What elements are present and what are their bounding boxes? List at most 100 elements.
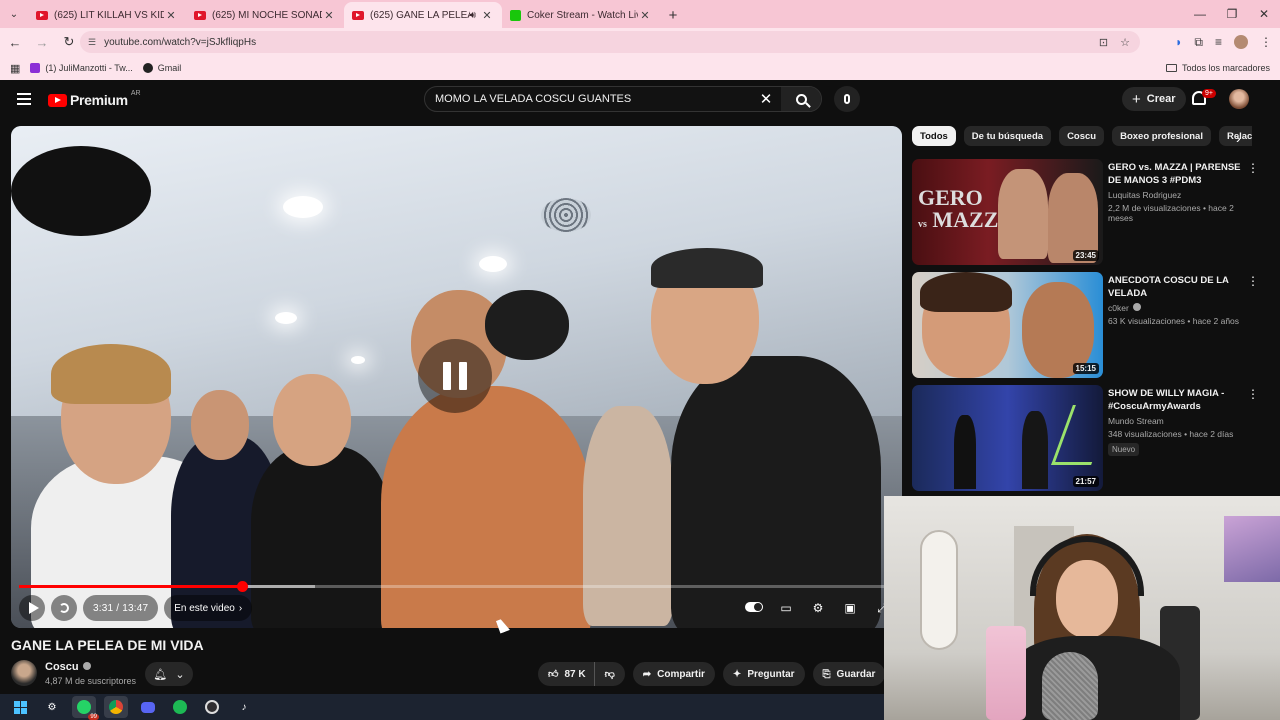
play-icon	[28, 602, 39, 614]
reload-icon[interactable]: ↻	[57, 30, 81, 54]
menu-icon[interactable]	[17, 93, 31, 108]
clear-search-icon[interactable]: ✕	[751, 90, 781, 108]
bookmark-star-icon[interactable]: ☆	[1120, 36, 1130, 49]
youtube-premium-logo[interactable]: Premium AR	[48, 90, 141, 108]
bookmark-gmail[interactable]: Gmail	[142, 63, 182, 73]
restore-icon[interactable]: ❐	[1216, 0, 1248, 28]
bookmark-label: Gmail	[157, 63, 182, 73]
video-thumbnail[interactable]: GERO vs MAZZA 23:45	[912, 159, 1103, 265]
chapter-label: En este video	[174, 602, 235, 614]
ask-label: Preguntar	[747, 668, 795, 680]
subscription-bell-button[interactable]: 🔔︎ ⌄	[145, 662, 193, 686]
browser-tab-1[interactable]: (625) LIT KILLAH VS KIDD KEO | ✕	[28, 2, 186, 28]
chip-boxeo-profesional[interactable]: Boxeo profesional	[1112, 126, 1211, 146]
chevron-right-icon[interactable]: ›	[1236, 130, 1241, 146]
window-controls: — ❐ ✕	[1184, 0, 1280, 28]
audio-playing-icon[interactable]: 🔊︎	[470, 10, 476, 21]
close-window-icon[interactable]: ✕	[1248, 0, 1280, 28]
search-button[interactable]	[781, 87, 821, 111]
tiktok-icon[interactable]: ♪	[232, 696, 256, 718]
autoplay-toggle[interactable]	[745, 601, 763, 615]
create-label: Crear	[1146, 93, 1176, 105]
pause-overlay-icon[interactable]	[418, 339, 492, 413]
browser-tab-2[interactable]: (625) MI NOCHE SOÑADA - Yo ✕	[186, 2, 344, 28]
chip-de-tu-busqueda[interactable]: De tu búsqueda	[963, 126, 1052, 146]
recommendation-title[interactable]: SHOW DE WILLY MAGIA - #CoscuArmyAwards	[1108, 387, 1256, 413]
address-bar[interactable]: ☰ youtube.com/watch?v=jSJkfliqpHs ⊡ ☆	[80, 31, 1140, 53]
forward-icon[interactable]: →	[30, 30, 54, 54]
close-tab-icon[interactable]: ✕	[164, 9, 178, 22]
discord-icon[interactable]	[136, 696, 160, 718]
browser-tab-4[interactable]: Coker Stream - Watch Live on K ✕	[502, 2, 660, 28]
youtube-icon	[36, 10, 48, 20]
like-button[interactable]: 👍︎ 87 K	[538, 662, 595, 686]
recommended-video[interactable]: 15:15 ANECDOTA COSCU DE LA VELADA c0ker …	[912, 272, 1267, 378]
close-tab-icon[interactable]: ✕	[480, 9, 494, 22]
share-label: Compartir	[657, 668, 705, 680]
volume-icon	[59, 603, 69, 613]
close-tab-icon[interactable]: ✕	[322, 9, 336, 22]
extensions-puzzle-icon[interactable]: ⧉	[1194, 35, 1203, 50]
create-button[interactable]: + Crear	[1122, 87, 1186, 111]
chip-coscu[interactable]: Coscu	[1059, 126, 1105, 146]
new-tab-button[interactable]: +	[660, 2, 686, 28]
search-icon	[795, 93, 807, 105]
all-bookmarks-label: Todos los marcadores	[1181, 63, 1270, 73]
subtitles-icon[interactable]: ▭	[777, 601, 795, 615]
profile-avatar[interactable]	[1234, 35, 1248, 49]
back-icon[interactable]: ←	[3, 30, 27, 54]
dislike-button[interactable]: 👎︎	[594, 662, 625, 686]
obs-icon[interactable]	[200, 696, 224, 718]
channel-name[interactable]: Coscu	[45, 661, 91, 673]
whatsapp-icon[interactable]: 99	[72, 696, 99, 720]
all-bookmarks-button[interactable]: Todos los marcadores	[1165, 63, 1270, 73]
browser-tab-strip: ⌄ (625) LIT KILLAH VS KIDD KEO | ✕ (625)…	[0, 0, 1280, 28]
chip-todos[interactable]: Todos	[912, 126, 956, 146]
video-thumbnail[interactable]: 21:57	[912, 385, 1103, 491]
minimize-icon[interactable]: —	[1184, 0, 1216, 28]
save-button[interactable]: ⎘ Guardar	[812, 662, 886, 686]
media-control-icon[interactable]: ≡	[1215, 35, 1222, 49]
voice-search-button[interactable]	[834, 86, 860, 112]
play-button[interactable]	[19, 595, 45, 621]
video-player[interactable]: 3:31 / 13:47 En este video › ▭ ⚙ ▣ ⤢	[11, 126, 902, 628]
recommendation-title[interactable]: ANECDOTA COSCU DE LA VELADA	[1108, 274, 1256, 300]
more-actions-icon[interactable]: ⋮	[1247, 387, 1259, 401]
channel-avatar[interactable]	[11, 660, 37, 686]
more-actions-icon[interactable]: ⋮	[1247, 274, 1259, 288]
chapter-button[interactable]: En este video ›	[164, 595, 253, 621]
recommendation-channel[interactable]: Mundo Stream	[1108, 416, 1256, 426]
browser-tab-3-active[interactable]: (625) GANE LA PELEA DE M 🔊︎ ✕	[344, 2, 502, 28]
spotify-icon[interactable]	[168, 696, 192, 718]
volume-button[interactable]	[51, 595, 77, 621]
share-button[interactable]: ➦ Compartir	[632, 662, 715, 686]
more-actions-icon[interactable]: ⋮	[1247, 161, 1259, 175]
verified-icon	[1132, 303, 1141, 311]
search-input[interactable]	[425, 93, 751, 105]
install-app-icon[interactable]: ⊡	[1099, 36, 1108, 49]
theater-mode-icon[interactable]: ▣	[841, 601, 859, 615]
recommendation-channel[interactable]: c0ker	[1108, 303, 1256, 313]
windows-start-icon[interactable]	[8, 696, 32, 718]
recommended-video[interactable]: 21:57 SHOW DE WILLY MAGIA - #CoscuArmyAw…	[912, 385, 1267, 491]
tab-search-chevron-icon[interactable]: ⌄	[0, 0, 28, 28]
bookmark-twitch[interactable]: (1) JuliManzotti - Tw...	[30, 63, 133, 73]
ask-button[interactable]: ✦ Preguntar	[722, 662, 805, 686]
chevron-down-icon: ⌄	[175, 668, 185, 681]
recommended-video[interactable]: GERO vs MAZZA 23:45 GERO vs. MAZZA | PARE…	[912, 159, 1267, 265]
account-avatar[interactable]	[1229, 89, 1249, 109]
close-tab-icon[interactable]: ✕	[638, 9, 652, 22]
recommendation-title[interactable]: GERO vs. MAZZA | PARENSE DE MANOS 3 #PDM…	[1108, 161, 1256, 187]
apps-grid-icon[interactable]: ▦	[10, 62, 20, 75]
channel-label: c0ker	[1108, 303, 1129, 313]
site-info-icon[interactable]: ☰	[88, 37, 96, 48]
steam-icon[interactable]: ⚙	[40, 696, 64, 718]
share-icon: ➦	[642, 668, 652, 680]
chrome-icon[interactable]	[104, 696, 128, 718]
recommendation-channel[interactable]: Luquitas Rodriguez	[1108, 190, 1256, 200]
progress-bar[interactable]	[19, 581, 891, 592]
video-thumbnail[interactable]: 15:15	[912, 272, 1103, 378]
browser-menu-icon[interactable]: ⋮	[1260, 35, 1272, 49]
settings-gear-icon[interactable]: ⚙	[809, 601, 827, 615]
extension-icon[interactable]: ◗	[1175, 35, 1182, 49]
